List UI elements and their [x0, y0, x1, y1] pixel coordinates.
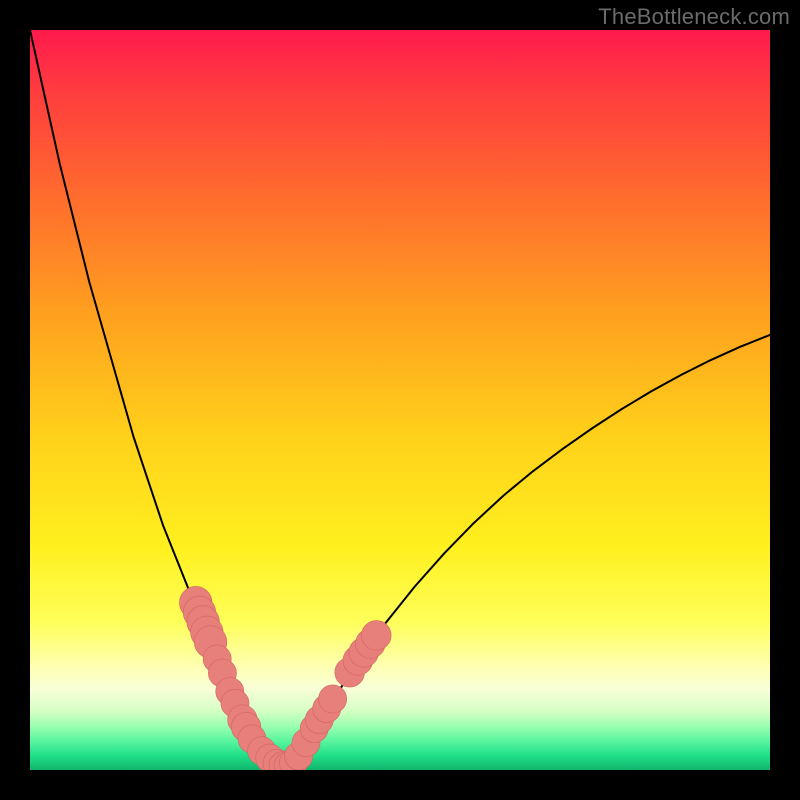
watermark-text: TheBottleneck.com [598, 4, 790, 30]
curve-layer [30, 30, 770, 770]
plot-area [30, 30, 770, 770]
data-marker [319, 685, 347, 713]
bottleneck-curve [30, 30, 770, 764]
chart-frame: TheBottleneck.com [0, 0, 800, 800]
data-marker [362, 621, 392, 651]
data-markers [179, 586, 391, 770]
